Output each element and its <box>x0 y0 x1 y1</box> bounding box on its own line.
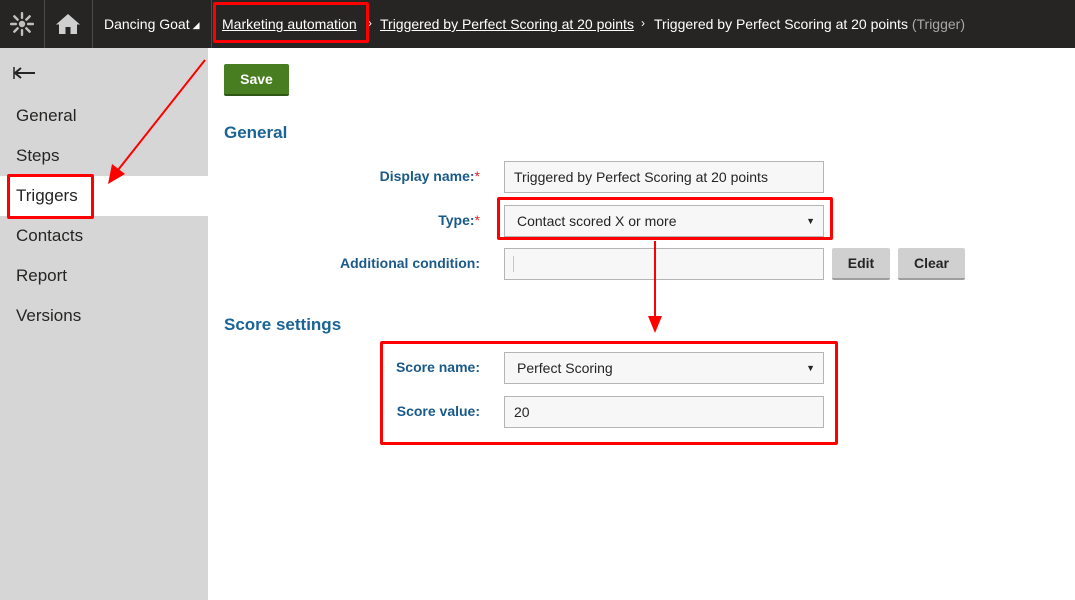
additional-condition-label: Additional condition: <box>340 255 480 271</box>
breadcrumb-process[interactable]: Triggered by Perfect Scoring at 20 point… <box>380 16 634 32</box>
site-name: Dancing Goat <box>104 16 190 32</box>
home-icon[interactable] <box>44 0 92 48</box>
site-selector[interactable]: Dancing Goat ◢ <box>104 16 200 32</box>
sidebar-item-contacts[interactable]: Contacts <box>0 216 208 256</box>
breadcrumb-separator-icon: › <box>641 16 645 30</box>
breadcrumb-current: Triggered by Perfect Scoring at 20 point… <box>654 16 965 32</box>
highlight-box-breadcrumb <box>213 2 369 43</box>
breadcrumb-current-type: (Trigger) <box>911 16 965 32</box>
required-mark: * <box>474 168 480 184</box>
breadcrumb-current-label: Triggered by Perfect Scoring at 20 point… <box>654 16 908 32</box>
sidebar-item-steps[interactable]: Steps <box>0 136 208 176</box>
required-mark: * <box>474 212 480 228</box>
type-label: Type:* <box>220 212 480 228</box>
display-name-input[interactable]: Triggered by Perfect Scoring at 20 point… <box>504 161 824 193</box>
sidebar-item-report[interactable]: Report <box>0 256 208 296</box>
chevron-down-icon: ◢ <box>192 20 200 30</box>
highlight-box-triggers <box>7 174 94 219</box>
text-cursor <box>513 256 514 272</box>
topbar-divider <box>92 0 93 48</box>
topbar-divider <box>211 0 212 48</box>
clear-button[interactable]: Clear <box>898 248 965 280</box>
edit-button[interactable]: Edit <box>832 248 890 280</box>
section-title-general: General <box>224 123 288 142</box>
save-button[interactable]: Save <box>224 64 289 96</box>
additional-condition-input[interactable] <box>504 248 824 280</box>
type-label-text: Type: <box>438 212 475 228</box>
top-bar: Dancing Goat ◢ Marketing automation › Tri… <box>0 0 1075 48</box>
kentico-logo-icon[interactable] <box>0 0 44 48</box>
highlight-box-type <box>497 197 833 240</box>
highlight-box-score-settings <box>380 341 838 445</box>
back-arrow-icon[interactable] <box>12 60 38 84</box>
display-name-label: Display name:* <box>220 168 480 184</box>
display-name-label-text: Display name: <box>379 168 475 184</box>
sidebar-item-versions[interactable]: Versions <box>0 296 208 336</box>
sidebar: General Steps Triggers Contacts Report V… <box>0 48 208 600</box>
section-title-score-settings: Score settings <box>224 315 342 334</box>
sidebar-item-general[interactable]: General <box>0 96 208 136</box>
